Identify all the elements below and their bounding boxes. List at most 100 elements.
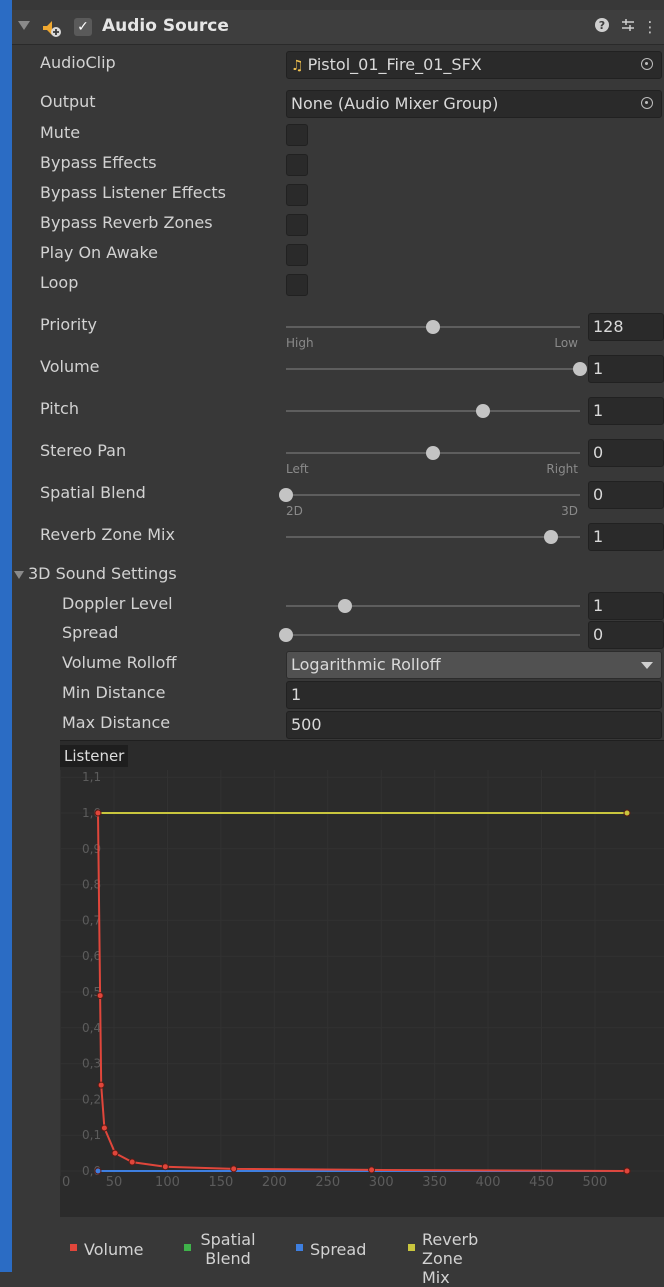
data-point-volume <box>230 1165 238 1173</box>
object-picker-icon[interactable] <box>641 58 653 70</box>
slider-thumb[interactable] <box>543 530 558 544</box>
loop-label: Loop <box>40 273 79 292</box>
bypass-listener-effects-checkbox[interactable] <box>286 184 308 206</box>
spatial-blend-label: Spatial Blend <box>40 483 146 502</box>
output-value: None (Audio Mixer Group) <box>291 94 499 113</box>
legend-reverb-zone-mix-label: Reverb Zone Mix <box>422 1230 479 1287</box>
stereo-pan-max-caption: Right <box>546 462 578 476</box>
data-point-volume <box>96 992 104 1000</box>
mute-label: Mute <box>40 123 81 142</box>
audio-clip-field[interactable]: ♫ Pistol_01_Fire_01_SFX <box>286 51 662 79</box>
volume-label: Volume <box>40 357 100 376</box>
reverb-zone-mix-row: Reverb Zone Mix 1 <box>12 522 664 552</box>
x-tick-label: 150 <box>208 1175 233 1190</box>
output-row: Output None (Audio Mixer Group) <box>12 89 664 119</box>
y-tick-label: 0,2 <box>82 1092 101 1106</box>
x-tick-label: 250 <box>315 1175 340 1190</box>
spread-slider[interactable] <box>279 620 580 650</box>
data-point-volume <box>100 1124 108 1132</box>
mute-checkbox[interactable] <box>286 124 308 146</box>
x-tick-label: 50 <box>106 1175 123 1190</box>
bypass-listener-effects-label: Bypass Listener Effects <box>40 183 227 202</box>
output-field[interactable]: None (Audio Mixer Group) <box>286 90 662 118</box>
y-tick-label: 1,1 <box>82 770 101 784</box>
spread-value-field[interactable]: 0 <box>588 621 664 649</box>
data-point-spread <box>94 1167 102 1175</box>
x-tick-label: 400 <box>476 1175 501 1190</box>
y-tick-label: 0,3 <box>82 1057 101 1071</box>
min-distance-label: Min Distance <box>62 683 166 702</box>
component-enabled-checkbox[interactable]: ✓ <box>74 18 92 36</box>
data-point-volume <box>97 1081 105 1089</box>
help-icon[interactable]: ? <box>592 17 612 37</box>
doppler-level-row: Doppler Level 1 <box>12 591 664 621</box>
priority-slider[interactable]: High Low <box>286 312 580 350</box>
priority-max-caption: Low <box>554 336 578 350</box>
spatial-blend-slider[interactable]: 2D 3D <box>279 480 580 518</box>
volume-slider[interactable] <box>286 354 587 384</box>
slider-thumb[interactable] <box>573 362 587 376</box>
priority-value-field[interactable]: 128 <box>588 313 664 341</box>
component-title: Audio Source <box>102 16 229 36</box>
spatial-blend-value-field[interactable]: 0 <box>588 481 664 509</box>
slider-thumb[interactable] <box>337 599 352 613</box>
listener-label: Listener <box>60 745 129 767</box>
slider-thumb[interactable] <box>475 404 490 418</box>
volume-value-field[interactable]: 1 <box>588 355 664 383</box>
pitch-value-field[interactable]: 1 <box>588 397 664 425</box>
kebab-menu-icon[interactable]: ⋮ <box>640 17 660 37</box>
min-distance-field[interactable]: 1 <box>286 681 662 709</box>
slider-track[interactable] <box>286 368 580 370</box>
play-on-awake-checkbox[interactable] <box>286 244 308 266</box>
reverb-zone-mix-label: Reverb Zone Mix <box>40 525 175 544</box>
bypass-effects-label: Bypass Effects <box>40 153 157 172</box>
pitch-slider[interactable] <box>286 396 580 426</box>
volume-rolloff-dropdown[interactable]: Logarithmic Rolloff <box>286 651 662 679</box>
doppler-level-slider[interactable] <box>286 591 580 621</box>
foldout-arrow-icon[interactable] <box>14 571 24 579</box>
spatial-blend-max-caption: 3D <box>561 504 578 518</box>
bypass-reverb-zones-row: Bypass Reverb Zones <box>12 210 664 240</box>
slider-track[interactable] <box>286 536 580 538</box>
reverb-zone-mix-value-field[interactable]: 1 <box>588 523 664 551</box>
rolloff-graph[interactable]: 0,00,10,20,30,40,50,60,70,80,91,01,10 50 1… <box>60 740 664 1216</box>
doppler-level-value-field[interactable]: 1 <box>588 592 664 620</box>
max-distance-row: Max Distance 500 <box>12 710 664 740</box>
play-on-awake-label: Play On Awake <box>40 243 158 262</box>
slider-track[interactable] <box>286 410 580 412</box>
loop-checkbox[interactable] <box>286 274 308 296</box>
component-header[interactable]: ✓ Audio Source ? ⋮ <box>12 10 664 45</box>
min-distance-row: Min Distance 1 <box>12 680 664 710</box>
doppler-level-label: Doppler Level <box>62 594 173 613</box>
max-distance-field[interactable]: 500 <box>286 711 662 739</box>
slider-track[interactable] <box>286 605 580 607</box>
pitch-label: Pitch <box>40 399 79 418</box>
data-point-volume <box>161 1163 169 1171</box>
legend-spatial-blend: Spatial Blend <box>184 1226 274 1270</box>
reverb-zone-mix-slider[interactable] <box>286 522 580 552</box>
stereo-pan-slider[interactable]: Left Right <box>286 438 580 476</box>
bypass-effects-checkbox[interactable] <box>286 154 308 176</box>
spatial-blend-row: Spatial Blend 2D 3D 0 <box>12 480 664 518</box>
slider-thumb[interactable] <box>279 628 293 642</box>
slider-thumb[interactable] <box>279 488 293 502</box>
sound-3d-foldout[interactable]: 3D Sound Settings <box>12 561 664 591</box>
object-picker-icon[interactable] <box>641 97 653 109</box>
slider-track[interactable] <box>286 634 580 636</box>
presets-icon[interactable] <box>618 17 638 37</box>
priority-min-caption: High <box>286 336 314 350</box>
slider-thumb[interactable] <box>426 446 440 460</box>
volume-rolloff-row: Volume Rolloff Logarithmic Rolloff <box>12 650 664 680</box>
bypass-effects-row: Bypass Effects <box>12 150 664 180</box>
legend-volume-label: Volume <box>84 1240 144 1259</box>
bypass-reverb-zones-label: Bypass Reverb Zones <box>40 213 213 232</box>
stereo-pan-row: Stereo Pan Left Right 0 <box>12 438 664 476</box>
foldout-arrow-icon[interactable] <box>18 21 30 30</box>
legend-spread-swatch <box>296 1244 303 1251</box>
stereo-pan-value-field[interactable]: 0 <box>588 439 664 467</box>
slider-thumb[interactable] <box>426 320 440 334</box>
slider-track[interactable] <box>286 494 580 496</box>
bypass-reverb-zones-checkbox[interactable] <box>286 214 308 236</box>
play-on-awake-row: Play On Awake <box>12 240 664 270</box>
priority-row: Priority High Low 128 <box>12 312 664 350</box>
